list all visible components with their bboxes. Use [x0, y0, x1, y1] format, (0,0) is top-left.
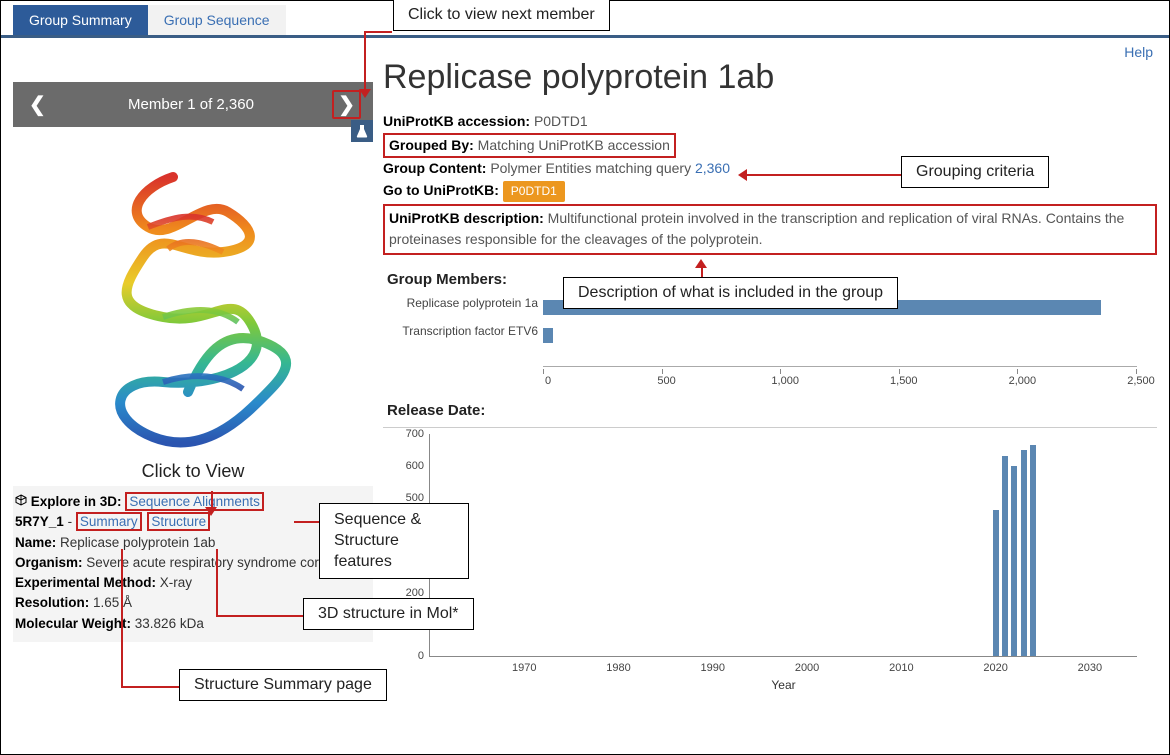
hbar-label: Transcription factor ETV6: [383, 324, 538, 338]
hbar-label: Replicase polyprotein 1a: [383, 296, 538, 310]
vbar[interactable]: [1030, 445, 1036, 656]
tab-group-sequence[interactable]: Group Sequence: [148, 5, 286, 35]
group-members-chart: Replicase polyprotein 1a Transcription fa…: [383, 296, 1157, 386]
group-content-count-link[interactable]: 2,360: [695, 160, 730, 176]
name-label: Name:: [15, 535, 56, 550]
release-date-heading: Release Date:: [387, 402, 1157, 419]
protein-structure-image: [53, 157, 333, 457]
prev-member-button[interactable]: ❮: [25, 92, 50, 117]
vbar[interactable]: [1002, 456, 1008, 656]
group-content-text: Polymer Entities matching query: [490, 160, 691, 176]
next-member-button[interactable]: ❯: [332, 90, 361, 119]
help-link[interactable]: Help: [1124, 44, 1153, 60]
description-label: UniProtKB description:: [389, 210, 544, 226]
cube-icon: [15, 492, 27, 512]
accession-label: UniProtKB accession:: [383, 113, 530, 129]
callout-seq-struct: Sequence & Structure features: [319, 503, 469, 579]
vbar[interactable]: [1011, 466, 1017, 656]
group-content-label: Group Content:: [383, 160, 486, 176]
hbar-row: [543, 324, 1137, 346]
vbar[interactable]: [1021, 450, 1027, 656]
hbar-bar[interactable]: [543, 328, 553, 343]
grouped-by-label: Grouped By:: [389, 137, 474, 153]
pager-text: Member 1 of 2,360: [128, 96, 254, 113]
callout-next-member: Click to view next member: [393, 0, 610, 31]
uniprot-badge[interactable]: P0DTD1: [503, 181, 565, 202]
organism-label: Organism:: [15, 555, 83, 570]
release-date-chart: 0100200300400500600700197019801990200020…: [383, 427, 1157, 687]
name-value: Replicase polyprotein 1ab: [60, 535, 215, 550]
structure-link[interactable]: Structure: [147, 512, 210, 531]
callout-molstar: 3D structure in Mol*: [303, 598, 474, 630]
callout-summary-page: Structure Summary page: [179, 669, 387, 701]
accession-value: P0DTD1: [534, 113, 588, 129]
explore-3d-label: Explore in 3D:: [31, 494, 122, 509]
method-value: X-ray: [160, 575, 192, 590]
uniprot-description-box: UniProtKB description: Multifunctional p…: [383, 204, 1157, 255]
experimental-icon[interactable]: [351, 120, 373, 142]
page-title: Replicase polyprotein 1ab: [383, 58, 1157, 97]
callout-grouping-criteria: Grouping criteria: [901, 156, 1049, 188]
member-pager: ❮ Member 1 of 2,360 ❯: [13, 82, 373, 127]
method-label: Experimental Method:: [15, 575, 156, 590]
grouped-by-value: Matching UniProtKB accession: [478, 137, 670, 153]
grouped-by-box: Grouped By: Matching UniProtKB accession: [383, 133, 676, 159]
goto-uniprot-label: Go to UniProtKB:: [383, 182, 499, 198]
resolution-label: Resolution:: [15, 595, 89, 610]
summary-link[interactable]: Summary: [76, 512, 142, 531]
organism-value: Severe acute respiratory syndrome cor…: [86, 555, 332, 570]
callout-group-description: Description of what is included in the g…: [563, 277, 898, 309]
tab-group-summary[interactable]: Group Summary: [13, 5, 148, 35]
entity-id: 5R7Y_1: [15, 514, 64, 529]
flask-icon: [356, 124, 368, 138]
sequence-alignments-link[interactable]: Sequence Alignments: [125, 492, 264, 511]
mw-value: 33.826 kDa: [135, 616, 204, 631]
mw-label: Molecular Weight:: [15, 616, 131, 631]
resolution-value: 1.65 Å: [93, 595, 132, 610]
click-to-view-label: Click to View: [13, 461, 373, 482]
vbar[interactable]: [993, 510, 999, 656]
